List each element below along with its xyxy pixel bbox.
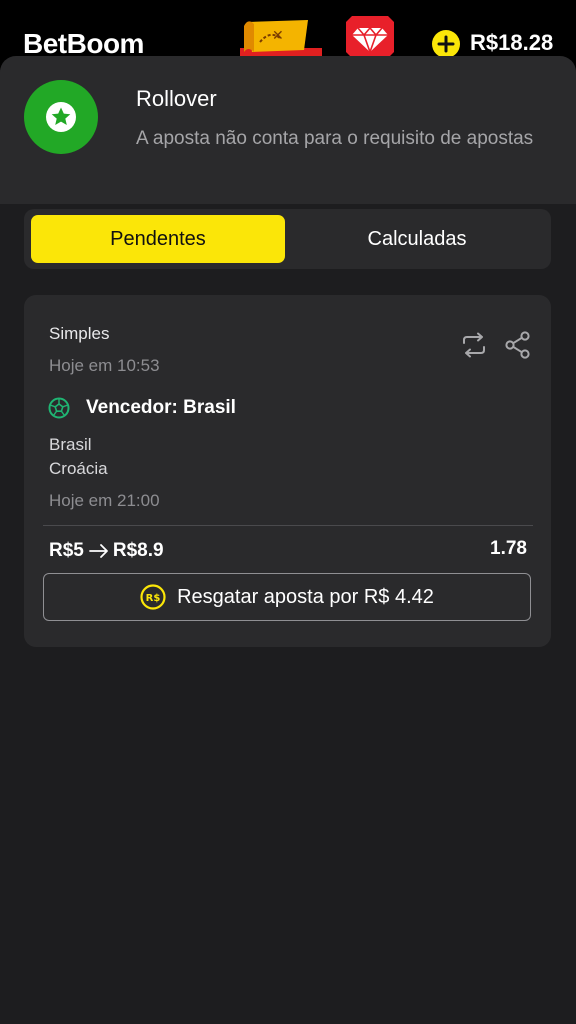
stake-amount: R$5 xyxy=(49,540,84,561)
tab-calculadas[interactable]: Calculadas xyxy=(290,215,544,263)
stake-row: R$5 R$8.9 xyxy=(49,540,164,562)
tab-pendentes[interactable]: Pendentes xyxy=(31,215,285,263)
team-away: Croácia xyxy=(49,459,108,478)
notice-title: Rollover xyxy=(136,86,217,111)
bet-type: Simples xyxy=(49,324,110,343)
balance-amount[interactable]: R$18.28 xyxy=(470,30,553,56)
cashout-label: Resgatar aposta por R$ 4.42 xyxy=(177,585,434,608)
arrow-right-icon xyxy=(88,544,108,558)
cashout-button[interactable]: R$ Resgatar aposta por R$ 4.42 xyxy=(43,573,531,621)
plus-icon[interactable] xyxy=(431,29,461,59)
rollover-notice: Rollover A aposta não conta para o requi… xyxy=(0,56,576,204)
share-icon[interactable] xyxy=(505,331,531,359)
coin-icon: R$ xyxy=(140,584,166,610)
svg-text:R$: R$ xyxy=(146,593,161,604)
soccer-ball-icon xyxy=(48,397,70,419)
repeat-icon[interactable] xyxy=(461,332,487,358)
team-home: Brasil xyxy=(49,435,92,454)
rollover-badge xyxy=(24,80,98,154)
divider xyxy=(43,525,533,526)
notice-description: A aposta não conta para o requisito de a… xyxy=(136,128,534,149)
treasure-map-icon[interactable]: ✕ xyxy=(240,16,322,60)
bet-odds: 1.78 xyxy=(490,538,527,559)
event-time: Hoje em 21:00 xyxy=(49,491,160,510)
potential-win: R$8.9 xyxy=(112,540,164,561)
bet-placed-time: Hoje em 10:53 xyxy=(49,356,160,375)
star-icon xyxy=(46,102,76,132)
bet-market: Vencedor: Brasil xyxy=(86,397,236,418)
gem-icon[interactable] xyxy=(344,14,396,60)
bet-tabs: Pendentes Calculadas xyxy=(24,209,551,269)
bet-card: Simples Hoje em 10:53 Vencedor: Brasil B… xyxy=(24,295,551,647)
